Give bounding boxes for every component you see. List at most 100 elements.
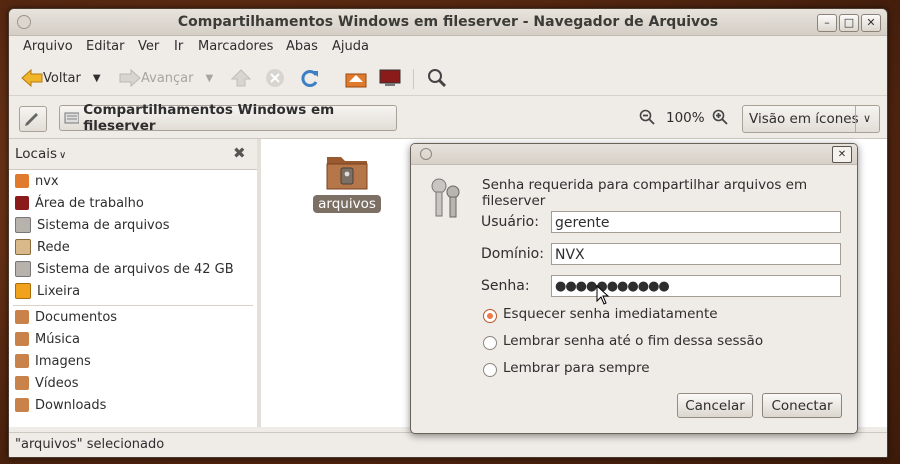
dialog-message: Senha requerida para compartilhar arquiv… (482, 177, 808, 209)
home-button[interactable] (345, 67, 367, 89)
sidebar-item-filesystem[interactable]: Sistema de arquivos (15, 215, 169, 235)
share-item[interactable]: arquivos (309, 151, 385, 213)
radio-remember-forever-label[interactable]: Lembrar para sempre (503, 360, 650, 376)
keys-icon (431, 178, 460, 218)
minimize-button[interactable]: – (817, 14, 837, 32)
sidebar: Locais ∨ ✖ nvx Área de trabalho Sistema d… (9, 139, 258, 427)
home-folder-icon (15, 174, 29, 188)
videos-folder-icon (15, 376, 29, 390)
close-button[interactable]: ✕ (861, 14, 881, 32)
sidebar-item-desktop[interactable]: Área de trabalho (15, 193, 144, 213)
location-crumb-button[interactable]: Compartilhamentos Windows em fileserver (59, 102, 397, 134)
folder-icon (15, 310, 29, 324)
menu-ir[interactable]: Ir (174, 39, 183, 54)
zoom-out-icon[interactable] (639, 109, 655, 129)
pictures-folder-icon (15, 354, 29, 368)
toolbar: Voltar ▼ Avançar ▼ (9, 61, 887, 96)
search-icon (428, 69, 447, 88)
computer-button[interactable] (379, 67, 401, 89)
sidebar-item-trash[interactable]: Lixeira (15, 281, 80, 301)
network-share-icon (64, 112, 80, 124)
radio-selected-dot (487, 313, 493, 319)
username-field[interactable]: gerente (551, 211, 841, 233)
stop-icon (266, 69, 284, 87)
search-button[interactable] (427, 67, 447, 89)
forward-label: Avançar (141, 70, 194, 86)
sidebar-item-42gb[interactable]: Sistema de arquivos de 42 GB (15, 259, 234, 279)
zoom-level[interactable]: 100% (666, 110, 705, 126)
share-name-label: arquivos (313, 195, 381, 213)
sidebar-item-downloads[interactable]: Downloads (15, 395, 106, 415)
drive-icon (15, 261, 31, 277)
menu-abas[interactable]: Abas (286, 39, 318, 54)
menubar: Arquivo Editar Ver Ir Marcadores Abas Aj… (9, 36, 887, 58)
radio-remember-session[interactable] (483, 336, 497, 350)
sidebar-separator (13, 305, 253, 306)
zoom-in-icon[interactable] (712, 109, 728, 129)
close-sidebar-icon[interactable]: ✖ (233, 144, 246, 162)
radio-forget-now-label[interactable]: Esquecer senha imediatamente (503, 306, 718, 322)
back-history-chevron-icon[interactable]: ▼ (93, 73, 101, 84)
radio-forget-now[interactable] (483, 309, 497, 323)
forward-history-chevron-icon[interactable]: ▼ (206, 73, 214, 84)
mouse-cursor-icon (596, 285, 610, 305)
network-folder-icon (326, 157, 368, 190)
window-title: Compartilhamentos Windows em fileserver … (177, 14, 719, 30)
dialog-menu-icon[interactable] (420, 148, 432, 160)
up-arrow-icon (231, 69, 251, 87)
cancel-button[interactable]: Cancelar (677, 393, 753, 418)
dialog-close-button[interactable]: ✕ (832, 146, 852, 163)
sidebar-header: Locais ∨ ✖ (9, 139, 257, 170)
reload-button[interactable] (299, 67, 321, 89)
menu-editar[interactable]: Editar (86, 39, 125, 54)
network-icon (15, 239, 31, 255)
location-label: Compartilhamentos Windows em fileserver (83, 102, 335, 134)
sidebar-item-nvx[interactable]: nvx (15, 171, 59, 191)
dialog-titlebar[interactable]: ✕ (411, 144, 857, 165)
menu-arquivo[interactable]: Arquivo (23, 39, 73, 54)
back-button[interactable]: Voltar ▼ (21, 67, 101, 89)
menu-ver[interactable]: Ver (138, 39, 159, 54)
back-label: Voltar (43, 70, 81, 86)
radio-remember-forever[interactable] (483, 363, 497, 377)
forward-button[interactable]: Avançar ▼ (119, 67, 213, 89)
sidebar-mode-select[interactable]: Locais ∨ (15, 146, 66, 162)
statusbar: "arquivos" selecionado (9, 432, 887, 457)
folder-icon (15, 398, 29, 412)
sidebar-item-network[interactable]: Rede (15, 237, 70, 257)
chevron-down-icon: ∨ (855, 106, 878, 132)
stop-button[interactable] (265, 67, 285, 89)
reload-icon (301, 70, 318, 87)
password-field[interactable]: ●●●●●●●●●●● (551, 275, 841, 297)
toolbar-separator (413, 69, 414, 89)
music-folder-icon (15, 332, 29, 346)
forward-arrow-icon (119, 69, 141, 87)
view-mode-select[interactable]: Visão em ícones ∨ (742, 105, 880, 133)
sidebar-item-documents[interactable]: Documentos (15, 307, 117, 327)
home-icon (345, 73, 367, 88)
trash-icon (15, 283, 31, 299)
sidebar-item-music[interactable]: Música (15, 329, 80, 349)
domain-field[interactable]: NVX (551, 243, 841, 265)
view-mode-label: Visão em ícones (749, 111, 859, 127)
radio-remember-session-label[interactable]: Lembrar senha até o fim dessa sessão (503, 333, 763, 349)
password-dialog: ✕ Senha requerida para compartilhar arqu… (410, 143, 858, 434)
edit-location-button[interactable] (19, 106, 47, 132)
sidebar-item-videos[interactable]: Vídeos (15, 373, 78, 393)
desktop-icon (15, 196, 29, 210)
user-label: Usuário: (481, 214, 539, 230)
maximize-button[interactable]: □ (839, 14, 859, 32)
domain-label: Domínio: (481, 246, 544, 262)
drive-icon (15, 217, 31, 233)
up-button[interactable] (231, 67, 251, 89)
back-arrow-icon (21, 69, 43, 87)
sidebar-item-pictures[interactable]: Imagens (15, 351, 91, 371)
computer-icon (379, 69, 401, 86)
menu-ajuda[interactable]: Ajuda (332, 39, 369, 54)
location-bar: Compartilhamentos Windows em fileserver … (9, 98, 887, 139)
connect-button[interactable]: Conectar (762, 393, 842, 418)
menu-marcadores[interactable]: Marcadores (198, 39, 273, 54)
titlebar[interactable]: Compartilhamentos Windows em fileserver … (9, 9, 887, 36)
pencil-icon (25, 113, 38, 126)
password-label: Senha: (481, 278, 530, 294)
